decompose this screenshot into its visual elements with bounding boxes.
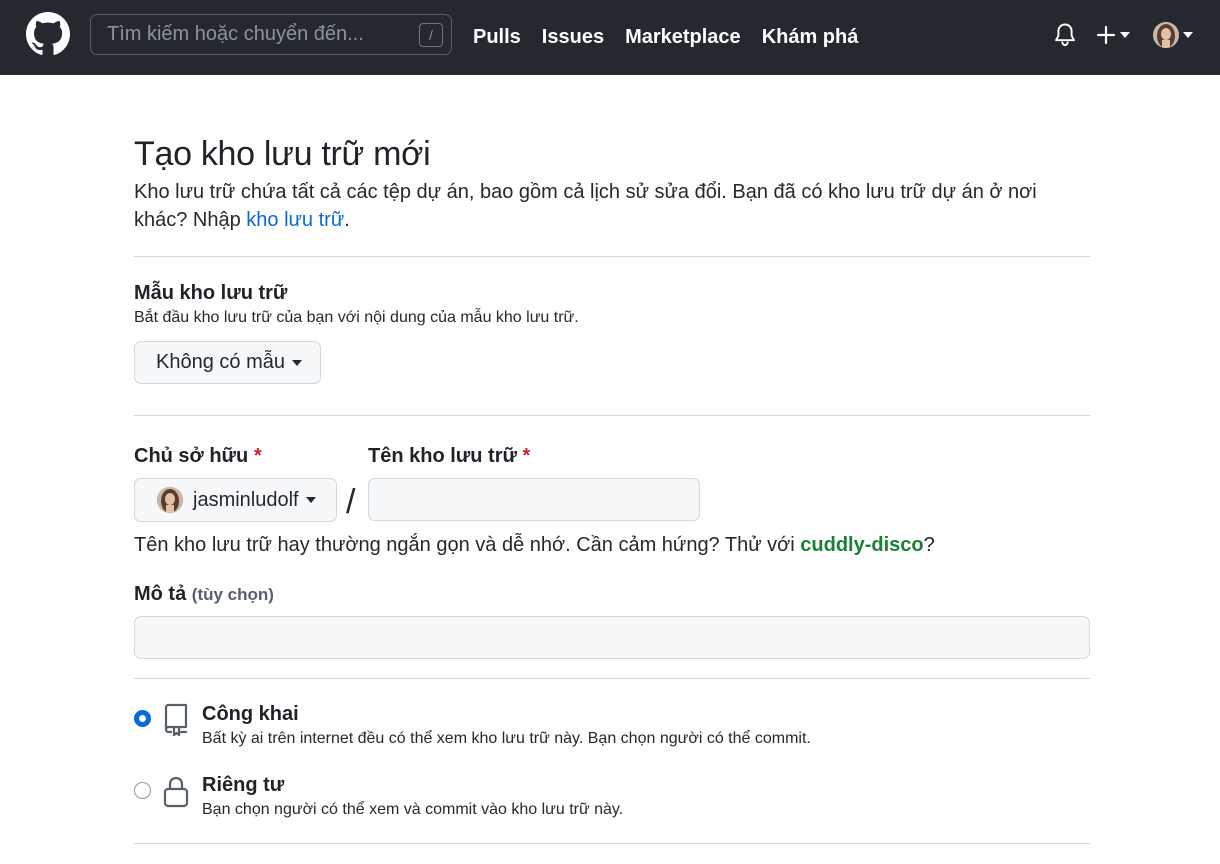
owner-name: jasminludolf <box>193 488 299 511</box>
repo-name-input[interactable] <box>368 478 700 521</box>
nav-marketplace[interactable]: Marketplace <box>625 26 741 49</box>
notification-bell-icon[interactable] <box>1053 22 1077 48</box>
description-input[interactable] <box>134 616 1090 659</box>
public-title[interactable]: Công khai <box>202 703 299 726</box>
required-marker: * <box>522 445 531 467</box>
description-label-text: Mô tả <box>134 583 187 605</box>
description-label: Mô tả (tùy chọn) <box>134 583 274 606</box>
divider <box>134 415 1090 416</box>
github-logo-icon[interactable] <box>26 12 70 56</box>
template-select-button[interactable]: Không có mẫu <box>134 341 321 384</box>
owner-label-text: Chủ sở hữu <box>134 445 249 467</box>
repo-book-icon <box>164 703 188 737</box>
divider <box>134 678 1090 679</box>
page-title: Tạo kho lưu trữ mới <box>134 135 431 173</box>
search-box[interactable]: / <box>90 14 452 55</box>
main-nav: Pulls Issues Marketplace Khám phá <box>473 0 879 75</box>
plus-icon <box>1096 25 1116 45</box>
chevron-down-icon <box>291 359 302 366</box>
owner-label: Chủ sở hữu * <box>134 445 262 468</box>
intro-end: . <box>344 209 350 231</box>
create-new-menu[interactable] <box>1096 22 1130 48</box>
avatar <box>1153 22 1179 48</box>
template-button-label: Không có mẫu <box>156 351 285 373</box>
top-header: / Pulls Issues Marketplace Khám phá <box>0 0 1220 75</box>
avatar <box>157 487 183 513</box>
import-repo-link[interactable]: kho lưu trữ <box>246 209 344 231</box>
public-description: Bất kỳ ai trên internet đều có thể xem k… <box>202 730 811 747</box>
lock-icon <box>163 776 189 808</box>
private-radio[interactable] <box>134 782 151 799</box>
nav-issues[interactable]: Issues <box>542 26 604 49</box>
required-marker: * <box>253 445 262 467</box>
hint-end: ? <box>923 534 935 556</box>
private-description: Bạn chọn người có thể xem và commit vào … <box>202 801 624 818</box>
private-title[interactable]: Riêng tư <box>202 774 284 797</box>
public-radio[interactable] <box>134 710 151 727</box>
hint-text: Tên kho lưu trữ hay thường ngắn gọn và d… <box>134 534 801 556</box>
user-menu[interactable] <box>1153 22 1193 48</box>
nav-pulls[interactable]: Pulls <box>473 26 521 49</box>
divider <box>134 843 1090 844</box>
owner-repo-separator: / <box>346 483 356 521</box>
search-shortcut-key: / <box>419 23 443 47</box>
repo-name-label: Tên kho lưu trữ * <box>368 445 530 468</box>
repo-name-label-text: Tên kho lưu trữ <box>368 445 517 467</box>
nav-explore[interactable]: Khám phá <box>762 26 859 49</box>
divider <box>134 256 1090 257</box>
owner-select-button[interactable]: jasminludolf <box>134 478 337 522</box>
optional-marker: (tùy chọn) <box>191 585 274 604</box>
template-label: Mẫu kho lưu trữ <box>134 282 288 304</box>
name-suggestion-link[interactable]: cuddly-disco <box>800 534 923 556</box>
repo-name-hint: Tên kho lưu trữ hay thường ngắn gọn và d… <box>134 534 935 557</box>
chevron-down-icon <box>305 497 316 503</box>
chevron-down-icon <box>1183 32 1193 38</box>
search-input[interactable] <box>91 15 391 54</box>
template-note: Bắt đầu kho lưu trữ của bạn với nội dung… <box>134 309 579 326</box>
page-intro: Kho lưu trữ chứa tất cả các tệp dự án, b… <box>134 178 1090 234</box>
chevron-down-icon <box>1120 32 1130 38</box>
